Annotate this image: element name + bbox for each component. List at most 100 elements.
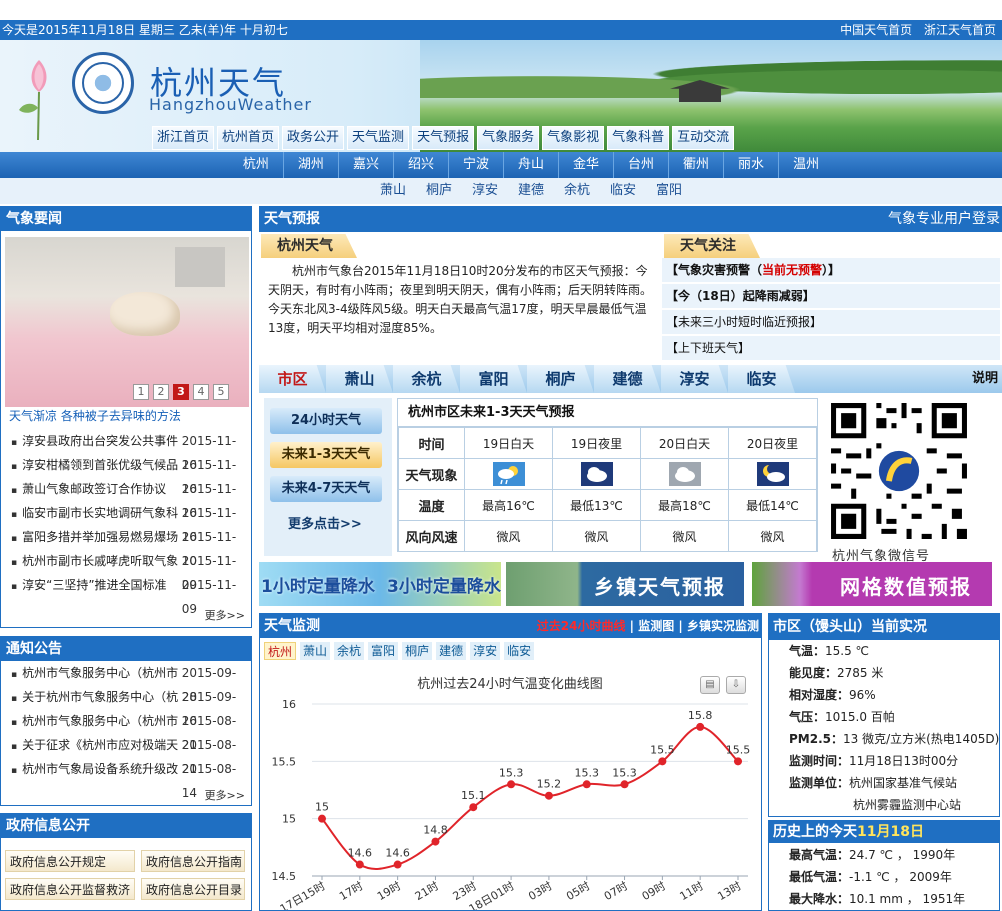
nav-forecast[interactable]: 天气预报 bbox=[412, 126, 475, 150]
list-item[interactable]: 关于杭州市气象服务中心（杭2015-09-16 bbox=[7, 685, 251, 728]
town-forecast-banner[interactable]: 乡镇天气预报 bbox=[506, 562, 744, 606]
nav-government[interactable]: 政务公开 bbox=[282, 126, 345, 150]
24h-forecast-button[interactable]: 24小时天气 bbox=[270, 408, 382, 434]
pager-button[interactable]: 1 bbox=[133, 384, 149, 400]
gov-guide-button[interactable]: 政府信息公开指南 bbox=[141, 850, 245, 872]
monitor-tab[interactable]: 余杭 bbox=[334, 642, 365, 660]
table-row: 天气现象 bbox=[398, 458, 817, 490]
weather-focus-tag: 天气关注 bbox=[664, 234, 760, 258]
city-link[interactable]: 台州 bbox=[614, 152, 670, 178]
nowcast-link[interactable]: 【未来三小时短时临近预报】 bbox=[662, 310, 1000, 334]
city-link[interactable]: 温州 bbox=[779, 152, 833, 178]
warning-link[interactable]: 【气象灾害预警（当前无预警）】 bbox=[662, 258, 1000, 282]
list-item[interactable]: 杭州市气象服务中心（杭州市2015-09-28 bbox=[7, 661, 251, 704]
list-item[interactable]: 关于征求《杭州市应对极端天2015-08-21 bbox=[7, 733, 251, 776]
3h-precip-link[interactable]: 3小时定量降水 bbox=[387, 572, 501, 597]
monitor-tabs: 杭州 萧山 余杭 富阳 桐庐 建德 淳安 临安 bbox=[264, 642, 538, 660]
news-more-link[interactable]: 更多>> bbox=[205, 607, 245, 623]
1-3day-forecast-button[interactable]: 未来1-3天天气 bbox=[270, 442, 382, 468]
district-link[interactable]: 萧山 bbox=[370, 178, 416, 204]
area-tab[interactable]: 临安 bbox=[728, 365, 795, 393]
news-photo[interactable] bbox=[5, 237, 249, 407]
pro-user-login-link[interactable]: 气象专业用户登录 bbox=[888, 206, 1000, 232]
list-item[interactable]: 杭州市气象局设备系统升级改2015-08-14 bbox=[7, 757, 251, 800]
nav-services[interactable]: 气象服务 bbox=[477, 126, 540, 150]
grid-forecast-banner[interactable]: 网格数值预报 bbox=[752, 562, 992, 606]
area-tab[interactable]: 萧山 bbox=[326, 365, 393, 393]
gov-catalog-button[interactable]: 政府信息公开目录 bbox=[141, 878, 245, 900]
town-monitor-link[interactable]: 乡镇实况监测 bbox=[687, 619, 759, 633]
nav-interaction[interactable]: 互动交流 bbox=[672, 126, 735, 150]
list-item[interactable]: 淳安县政府出台突发公共事件2015-11-16 bbox=[7, 429, 251, 472]
city-link[interactable]: 绍兴 bbox=[394, 152, 449, 178]
gov-rules-button[interactable]: 政府信息公开规定 bbox=[5, 850, 135, 872]
pager-button[interactable]: 4 bbox=[193, 384, 209, 400]
monitor-tab[interactable]: 临安 bbox=[504, 642, 535, 660]
monitor-tab[interactable]: 建德 bbox=[436, 642, 467, 660]
list-item[interactable]: 淳安“三坚持”推进全国标准2015-11-09 bbox=[7, 573, 251, 616]
list-item[interactable]: 萧山气象邮政签订合作协议2015-11-16 bbox=[7, 477, 251, 520]
hangzhou-weather-tag: 杭州天气 bbox=[261, 234, 357, 258]
notice-more-link[interactable]: 更多>> bbox=[205, 787, 245, 803]
explain-link[interactable]: 说明 bbox=[972, 365, 998, 393]
area-tab[interactable]: 余杭 bbox=[393, 365, 460, 393]
data-point bbox=[544, 791, 553, 800]
list-item[interactable]: 临安市副市长实地调研气象科2015-11-16 bbox=[7, 501, 251, 544]
nav-hangzhou-home[interactable]: 杭州首页 bbox=[217, 126, 280, 150]
city-link[interactable]: 舟山 bbox=[504, 152, 559, 178]
history-max-temp: 最高气温：24.7 ℃ ， 1990年 bbox=[789, 848, 956, 862]
list-item[interactable]: 杭州市气象服务中心（杭州市2015-08-21 bbox=[7, 709, 251, 752]
district-link[interactable]: 淳安 bbox=[462, 178, 508, 204]
city-link[interactable]: 杭州 bbox=[229, 152, 284, 178]
nav-zhejiang-home[interactable]: 浙江首页 bbox=[152, 126, 215, 150]
monitor-tab[interactable]: 桐庐 bbox=[402, 642, 433, 660]
commute-weather-link[interactable]: 【上下班天气】 bbox=[662, 336, 1000, 360]
city-link[interactable]: 湖州 bbox=[284, 152, 339, 178]
area-tab[interactable]: 建德 bbox=[594, 365, 661, 393]
monitor-map-link[interactable]: 监测图 bbox=[638, 619, 674, 633]
district-link[interactable]: 临安 bbox=[600, 178, 646, 204]
district-link[interactable]: 建德 bbox=[508, 178, 554, 204]
district-link[interactable]: 富阳 bbox=[646, 178, 692, 204]
rain-news-link[interactable]: 【今（18日）起降雨减弱】 bbox=[662, 284, 1000, 308]
nav-science[interactable]: 气象科普 bbox=[607, 126, 670, 150]
monitor-tab-active[interactable]: 杭州 bbox=[264, 642, 297, 660]
photo-caption[interactable]: 天气渐凉 各种被子去异味的方法 bbox=[9, 407, 181, 424]
print-icon[interactable]: ▤ bbox=[700, 676, 720, 694]
city-link[interactable]: 金华 bbox=[559, 152, 615, 178]
gov-supervision-button[interactable]: 政府信息公开监督救济 bbox=[5, 878, 135, 900]
district-link[interactable]: 余杭 bbox=[554, 178, 600, 204]
city-link[interactable]: 嘉兴 bbox=[339, 152, 394, 178]
monitor-tab[interactable]: 淳安 bbox=[470, 642, 501, 660]
sun-rain-icon bbox=[492, 462, 525, 486]
city-link[interactable]: 丽水 bbox=[724, 152, 780, 178]
china-weather-home-link[interactable]: 中国天气首页 bbox=[840, 23, 912, 37]
list-item[interactable]: 杭州市副市长戚哮虎听取气象2015-11-09 bbox=[7, 549, 251, 592]
1h-precip-link[interactable]: 1小时定量降水 bbox=[261, 572, 375, 597]
area-tab[interactable]: 淳安 bbox=[661, 365, 728, 393]
nav-monitoring[interactable]: 天气监测 bbox=[347, 126, 410, 150]
obs-time: 监测时间：11月18日13时00分 bbox=[789, 754, 959, 768]
zhejiang-weather-home-link[interactable]: 浙江天气首页 bbox=[924, 23, 996, 37]
district-link[interactable]: 桐庐 bbox=[416, 178, 462, 204]
data-label: 15.5 bbox=[726, 743, 751, 756]
area-tab[interactable]: 富阳 bbox=[460, 365, 527, 393]
monitor-tab[interactable]: 富阳 bbox=[368, 642, 399, 660]
city-link[interactable]: 宁波 bbox=[449, 152, 504, 178]
pager-button[interactable]: 2 bbox=[153, 384, 169, 400]
city-link[interactable]: 衢州 bbox=[669, 152, 725, 178]
area-tab[interactable]: 桐庐 bbox=[527, 365, 594, 393]
precipitation-banner[interactable]: 1小时定量降水 3小时定量降水 bbox=[259, 562, 501, 606]
monitor-tab[interactable]: 萧山 bbox=[300, 642, 331, 660]
4-7day-forecast-button[interactable]: 未来4-7天天气 bbox=[270, 476, 382, 502]
data-label: 15 bbox=[315, 801, 329, 814]
pager-button-active[interactable]: 3 bbox=[173, 384, 189, 400]
area-tab-active[interactable]: 市区 bbox=[259, 365, 326, 393]
list-item[interactable]: 淳安柑橘领到首张优级气候品2015-11-16 bbox=[7, 453, 251, 496]
download-icon[interactable]: ⇩ bbox=[726, 676, 746, 694]
nav-video[interactable]: 气象影视 bbox=[542, 126, 605, 150]
24h-curve-link[interactable]: 过去24小时曲线 bbox=[537, 619, 626, 633]
list-item[interactable]: 富阳多措并举加强易燃易爆场2015-11-10 bbox=[7, 525, 251, 568]
more-forecast-link[interactable]: 更多点击>> bbox=[288, 513, 362, 532]
pager-button[interactable]: 5 bbox=[213, 384, 229, 400]
